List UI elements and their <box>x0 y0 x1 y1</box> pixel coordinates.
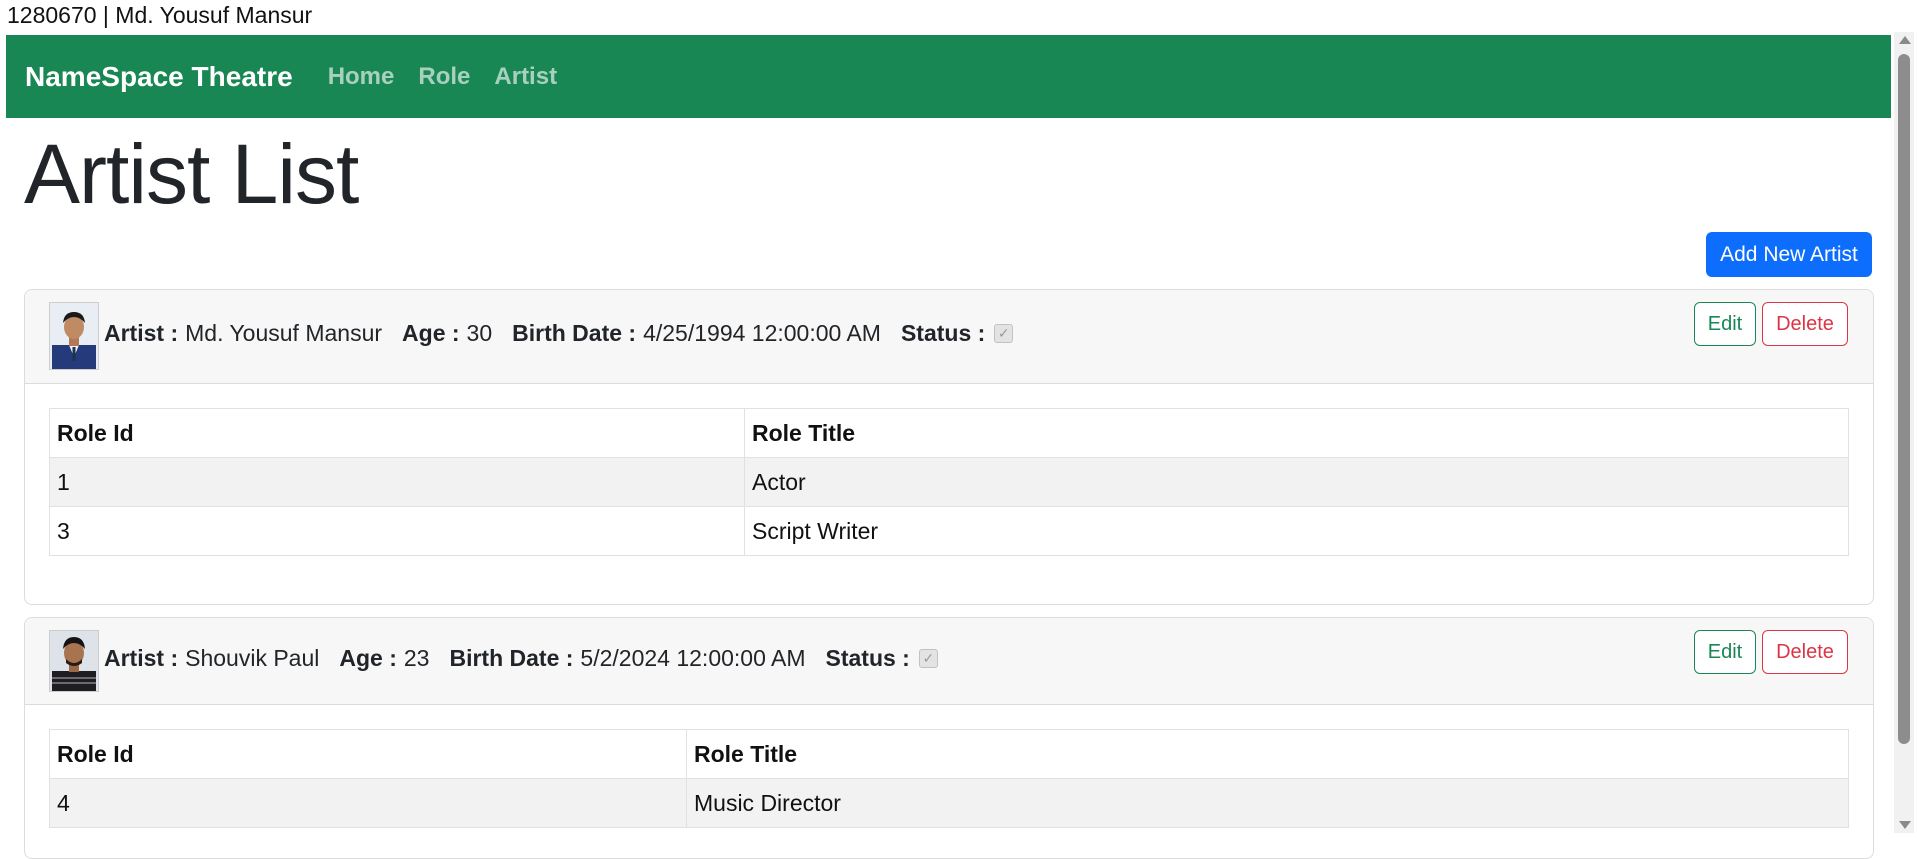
status-label: Status : <box>825 645 910 671</box>
nav-link-role[interactable]: Role <box>418 63 470 91</box>
nav-link-artist[interactable]: Artist <box>494 63 557 91</box>
artist-age: 30 <box>466 320 493 346</box>
artist-card: Artist : Shouvik Paul Age : 23 Birth Dat… <box>24 617 1874 859</box>
table-row: 1 Actor <box>49 457 1849 507</box>
page-title: Artist List <box>24 127 359 221</box>
birth-date-label: Birth Date : <box>512 320 637 346</box>
artist-age: 23 <box>403 645 430 671</box>
artist-avatar <box>49 630 99 692</box>
birth-date-label: Birth Date : <box>449 645 574 671</box>
role-title-cell: Actor <box>744 457 1849 507</box>
age-label: Age : <box>339 645 397 671</box>
vertical-scrollbar[interactable] <box>1894 32 1914 833</box>
role-id-header: Role Id <box>49 408 745 458</box>
artist-avatar <box>49 302 99 370</box>
roles-table: Role Id Role Title 1 Actor 3 Script Writ… <box>49 408 1849 556</box>
role-title-cell: Script Writer <box>744 506 1849 556</box>
page-header-text: 1280670 | Md. Yousuf Mansur <box>7 2 313 28</box>
table-row: 4 Music Director <box>49 778 1849 828</box>
artist-label: Artist : <box>104 320 179 346</box>
artist-info: Artist : Shouvik Paul Age : 23 Birth Dat… <box>104 645 938 672</box>
artist-label: Artist : <box>104 645 179 671</box>
delete-button[interactable]: Delete <box>1762 630 1848 674</box>
artist-card-header: Artist : Md. Yousuf Mansur Age : 30 Birt… <box>25 290 1873 384</box>
role-id-header: Role Id <box>49 729 687 779</box>
role-title-header: Role Title <box>686 729 1849 779</box>
edit-button[interactable]: Edit <box>1694 302 1756 346</box>
role-title-header: Role Title <box>744 408 1849 458</box>
scroll-down-arrow-icon[interactable] <box>1899 821 1911 829</box>
navbar-brand[interactable]: NameSpace Theatre <box>25 61 293 93</box>
artist-birth-date: 5/2/2024 12:00:00 AM <box>580 645 806 671</box>
table-header-row: Role Id Role Title <box>49 408 1849 458</box>
artist-name: Md. Yousuf Mansur <box>185 320 383 346</box>
table-header-row: Role Id Role Title <box>49 729 1849 779</box>
table-row: 3 Script Writer <box>49 506 1849 556</box>
role-id-cell: 1 <box>49 457 745 507</box>
navbar: NameSpace Theatre Home Role Artist <box>6 35 1891 118</box>
artist-card: Artist : Md. Yousuf Mansur Age : 30 Birt… <box>24 289 1874 605</box>
artist-birth-date: 4/25/1994 12:00:00 AM <box>643 320 881 346</box>
add-new-artist-button[interactable]: Add New Artist <box>1706 232 1872 277</box>
role-id-cell: 3 <box>49 506 745 556</box>
edit-button[interactable]: Edit <box>1694 630 1756 674</box>
status-checkbox: ✓ <box>918 649 938 668</box>
role-title-cell: Music Director <box>686 778 1849 828</box>
artist-name: Shouvik Paul <box>185 645 320 671</box>
artist-info: Artist : Md. Yousuf Mansur Age : 30 Birt… <box>104 320 1014 347</box>
status-checkbox: ✓ <box>994 324 1014 343</box>
delete-button[interactable]: Delete <box>1762 302 1848 346</box>
age-label: Age : <box>402 320 460 346</box>
nav-link-home[interactable]: Home <box>328 63 395 91</box>
role-id-cell: 4 <box>49 778 687 828</box>
scroll-up-arrow-icon[interactable] <box>1899 36 1911 44</box>
scrollbar-thumb[interactable] <box>1898 54 1910 744</box>
status-label: Status : <box>900 320 986 346</box>
artist-card-header: Artist : Shouvik Paul Age : 23 Birth Dat… <box>25 618 1873 705</box>
roles-table: Role Id Role Title 4 Music Director <box>49 729 1849 828</box>
